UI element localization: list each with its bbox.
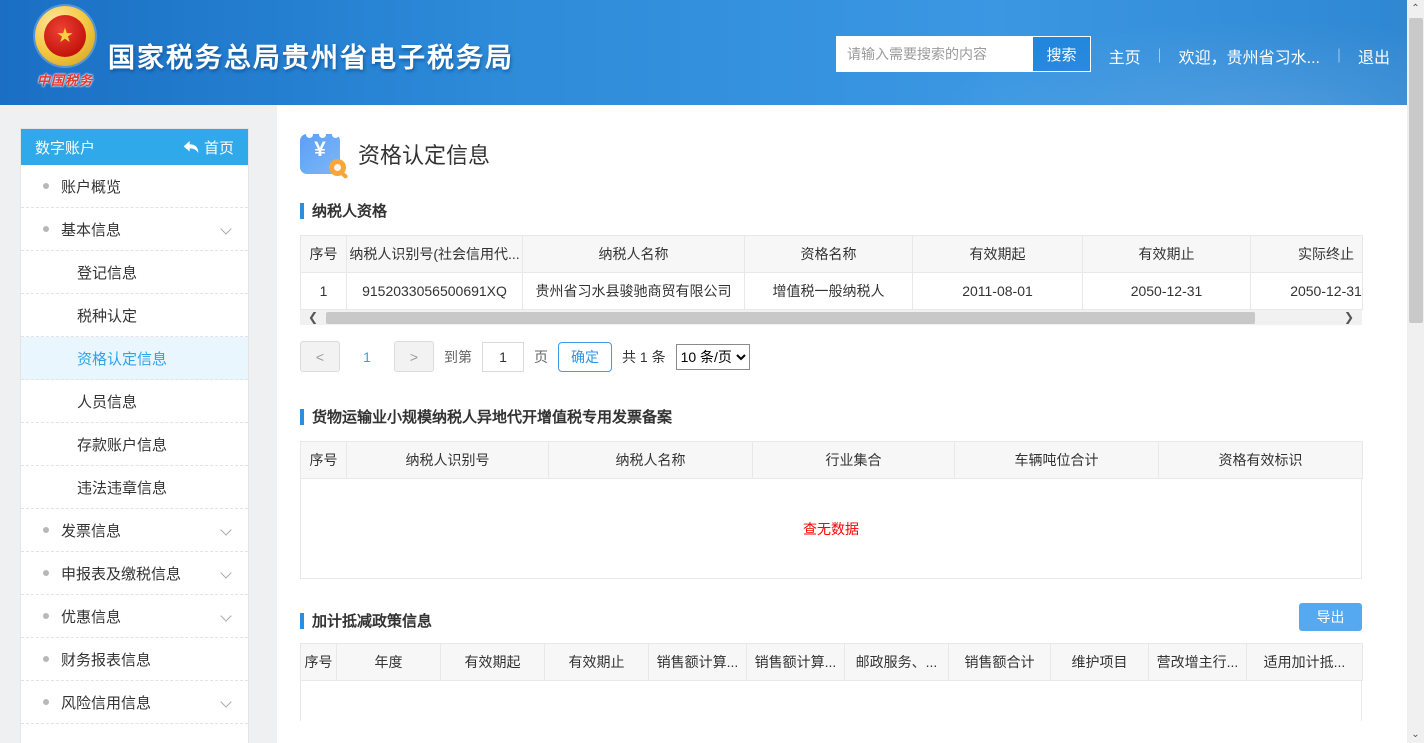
total-count-label: 共 1 条: [622, 347, 666, 367]
back-arrow-icon: [183, 140, 199, 154]
main-panel: ¥ 资格认定信息 纳税人资格 序号 纳税人识别号(社会信用代... 纳税人名称 …: [277, 105, 1407, 743]
site-title: 国家税务总局贵州省电子税务局: [108, 36, 514, 75]
chevron-down-icon: [220, 567, 231, 578]
sidebar-item-deposit-account[interactable]: 存款账户信息: [21, 423, 248, 466]
scrollbar-track[interactable]: [326, 310, 1336, 325]
section-deduction-policy-title: 加计抵减政策信息: [300, 610, 432, 631]
sidebar-item-basic-info[interactable]: 基本信息: [21, 208, 248, 251]
nav-logout-link[interactable]: 退出: [1358, 44, 1390, 68]
section-freight-filing-title: 货物运输业小规模纳税人异地代开增值税专用发票备案: [300, 406, 1407, 427]
sidebar-item-account-overview[interactable]: 账户概览: [21, 165, 248, 208]
bullet-icon: [43, 613, 49, 619]
nav-welcome-user[interactable]: 欢迎，贵州省习水...: [1179, 44, 1320, 68]
pagination: < 1 > 到第 页 确定 共 1 条 10 条/页: [300, 341, 1407, 372]
top-header: ★ 中国税务 国家税务总局贵州省电子税务局 搜索 主页 ｜ 欢迎，贵州省习水..…: [0, 0, 1424, 105]
top-nav: 主页 ｜ 欢迎，贵州省习水... ｜ 退出: [1109, 44, 1390, 68]
chevron-down-icon: [220, 610, 231, 621]
qualification-search-icon: ¥: [300, 132, 346, 176]
bullet-icon: [43, 226, 49, 232]
logo-area: ★ 中国税务: [28, 6, 102, 89]
sidebar-item-tax-type[interactable]: 税种认定: [21, 294, 248, 337]
nav-home-link[interactable]: 主页: [1109, 44, 1141, 68]
no-data-message: 查无数据: [803, 519, 859, 539]
sidebar-item-risk-credit[interactable]: 风险信用信息: [21, 681, 248, 724]
horizontal-scrollbar[interactable]: ❮ ❯: [300, 310, 1362, 325]
chevron-down-icon: [220, 223, 231, 234]
nav-separator: ｜: [1332, 46, 1346, 66]
page-number-input[interactable]: [482, 342, 524, 372]
search-group: 搜索: [836, 36, 1091, 72]
next-page-button[interactable]: >: [394, 341, 434, 372]
sidebar-home-link[interactable]: 首页: [183, 137, 234, 158]
table-header-row: 序号 纳税人识别号(社会信用代... 纳税人名称 资格名称 有效期起 有效期止 …: [301, 236, 1363, 273]
logo-caption: 中国税务: [28, 70, 102, 89]
scroll-up-icon[interactable]: ⌃: [1407, 0, 1424, 17]
page-title-row: ¥ 资格认定信息: [300, 132, 1407, 176]
national-emblem-icon: ★: [35, 6, 95, 66]
page-unit-label: 页: [534, 347, 548, 367]
sidebar-item-qualification-info[interactable]: 资格认定信息: [21, 337, 248, 380]
confirm-page-button[interactable]: 确定: [558, 342, 612, 372]
chevron-down-icon: [220, 696, 231, 707]
section-bar: [300, 203, 304, 219]
search-input[interactable]: [837, 37, 1033, 71]
section-bar: [300, 409, 304, 425]
content-area: 数字账户 首页 账户概览 基本信息 登记信息 税种认定 资格认定信息: [0, 105, 1407, 743]
deduction-policy-table: 序号 年度 有效期起 有效期止 销售额计算... 销售额计算... 邮政服务、.…: [300, 643, 1363, 681]
scroll-right-icon[interactable]: ❯: [1336, 310, 1362, 325]
nav-separator: ｜: [1153, 46, 1167, 66]
table-row: 1 9152033056500691XQ 贵州省习水县骏驰商贸有限公司 增值税一…: [301, 273, 1363, 310]
freight-filing-table: 序号 纳税人识别号 纳税人名称 行业集合 车辆吨位合计 资格有效标识: [300, 441, 1363, 479]
table-header-row: 序号 年度 有效期起 有效期止 销售额计算... 销售额计算... 邮政服务、.…: [301, 644, 1363, 681]
goto-label: 到第: [444, 347, 472, 367]
scrollbar-thumb[interactable]: [326, 312, 1255, 324]
taxpayer-qualification-table: 序号 纳税人识别号(社会信用代... 纳税人名称 资格名称 有效期起 有效期止 …: [300, 235, 1363, 310]
scroll-down-icon[interactable]: ⌄: [1407, 726, 1424, 743]
prev-page-button[interactable]: <: [300, 341, 340, 372]
chevron-down-icon: [220, 524, 231, 535]
sidebar-item-registration-info[interactable]: 登记信息: [21, 251, 248, 294]
bullet-icon: [43, 570, 49, 576]
bullet-icon: [43, 699, 49, 705]
sidebar: 数字账户 首页 账户概览 基本信息 登记信息 税种认定 资格认定信息: [20, 128, 249, 743]
sidebar-item-violation-info[interactable]: 违法违章信息: [21, 466, 248, 509]
section-deduction-policy-header: 加计抵减政策信息 导出: [300, 603, 1362, 631]
section-bar: [300, 613, 304, 629]
bullet-icon: [43, 656, 49, 662]
vertical-scrollbar[interactable]: ⌃ ⌄: [1407, 0, 1424, 743]
bullet-icon: [43, 183, 49, 189]
table-header-row: 序号 纳税人识别号 纳税人名称 行业集合 车辆吨位合计 资格有效标识: [301, 442, 1363, 479]
section-taxpayer-qualification-title: 纳税人资格: [300, 200, 1407, 221]
sidebar-item-personnel-info[interactable]: 人员信息: [21, 380, 248, 423]
deduction-policy-table-body: [300, 681, 1362, 721]
sidebar-header: 数字账户 首页: [21, 129, 248, 165]
sidebar-item-declaration-tax[interactable]: 申报表及缴税信息: [21, 552, 248, 595]
sidebar-title: 数字账户: [35, 137, 95, 158]
sidebar-item-invoice-info[interactable]: 发票信息: [21, 509, 248, 552]
export-button[interactable]: 导出: [1299, 603, 1362, 631]
sidebar-item-financial-report[interactable]: 财务报表信息: [21, 638, 248, 681]
scrollbar-thumb[interactable]: [1409, 18, 1423, 323]
bullet-icon: [43, 527, 49, 533]
search-button[interactable]: 搜索: [1033, 37, 1090, 71]
sidebar-item-preferential-info[interactable]: 优惠信息: [21, 595, 248, 638]
page-title: 资格认定信息: [358, 138, 490, 170]
current-page-number[interactable]: 1: [350, 349, 384, 365]
scroll-left-icon[interactable]: ❮: [300, 310, 326, 325]
page-size-select[interactable]: 10 条/页: [676, 344, 750, 370]
freight-filing-empty-state: 查无数据: [300, 479, 1362, 579]
